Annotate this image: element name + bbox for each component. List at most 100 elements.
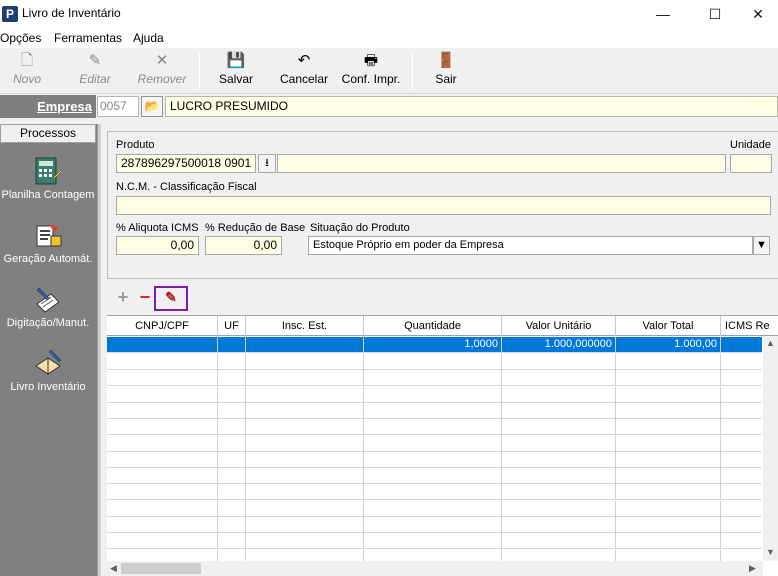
col-header-insc-est[interactable]: Insc. Est. (246, 316, 364, 336)
pencil-icon: ✎ (165, 289, 177, 305)
ncm-field[interactable] (116, 196, 771, 215)
empty-cell (107, 451, 218, 468)
edit-icon: ✎ (88, 52, 102, 69)
scroll-thumb[interactable] (121, 563, 201, 574)
empty-cell (246, 435, 364, 452)
empty-cell (502, 419, 616, 436)
folder-icon: 📂 (144, 99, 160, 113)
remove-icon: ✕ (155, 52, 169, 69)
table-row-empty[interactable] (107, 370, 762, 387)
main-toolbar: 🗋 Novo ✎ Editar ✕ Remover 💾 Salvar ↶ Can… (0, 48, 778, 94)
col-header-uf[interactable]: UF (218, 316, 246, 336)
col-header-valor-total[interactable]: Valor Total (616, 316, 721, 336)
salvar-button[interactable]: 💾 Salvar (212, 50, 260, 92)
situacao-dropdown-button[interactable]: ▼ (753, 236, 770, 255)
cell-icms (721, 337, 762, 353)
inventory-grid: CNPJ/CPF UF Insc. Est. Quantidade Valor … (107, 315, 778, 576)
situacao-produto-select[interactable]: Estoque Próprio em poder da Empresa (308, 236, 753, 255)
remove-row-button[interactable]: − (134, 286, 156, 308)
plus-icon: + (117, 287, 129, 307)
table-row-empty[interactable] (107, 468, 762, 485)
maximize-button[interactable]: ☐ (692, 0, 738, 28)
toolbar-separator (199, 52, 200, 90)
table-row-empty[interactable] (107, 500, 762, 517)
table-row-empty[interactable] (107, 386, 762, 403)
process-sidebar: Processos Planilha Contagem Geração Auto… (0, 124, 101, 576)
sidebar-item-planilha-contagem[interactable]: Planilha Contagem (0, 156, 96, 201)
scroll-right-icon[interactable]: ▶ (749, 563, 756, 574)
menu-bar: Opções Ferramentas Ajuda (0, 28, 778, 48)
scroll-left-icon[interactable]: ◀ (110, 563, 117, 574)
empty-cell (246, 484, 364, 501)
table-row-empty[interactable] (107, 533, 762, 550)
produto-description-field[interactable] (277, 154, 726, 173)
col-header-quantidade[interactable]: Quantidade (364, 316, 502, 336)
empty-cell (616, 468, 721, 485)
printer-icon: 🖶 (363, 52, 379, 69)
menu-ajuda[interactable]: Ajuda (133, 31, 164, 45)
menu-opcoes[interactable]: Opções (0, 31, 41, 45)
sidebar-item-digitacao-manut[interactable]: Digitação/Manut. (0, 284, 96, 329)
minimize-button[interactable]: — (640, 0, 686, 28)
empty-cell (364, 419, 502, 436)
table-row-empty[interactable] (107, 354, 762, 370)
empty-cell (502, 402, 616, 419)
produto-code-field[interactable]: 287896297500018 0901 (116, 154, 256, 173)
col-header-icms[interactable]: ICMS Re (721, 316, 778, 336)
empty-cell (107, 500, 218, 517)
sidebar-splitter[interactable] (97, 124, 101, 576)
empty-cell (616, 419, 721, 436)
grid-toolbar: + − ✎ (107, 284, 778, 312)
empty-cell (364, 451, 502, 468)
empresa-bar: Empresa 0057 📂 LUCRO PRESUMIDO (0, 95, 778, 119)
empty-cell (502, 370, 616, 387)
ncm-label: N.C.M. - Classificação Fiscal (116, 181, 257, 193)
aliquota-icms-field[interactable]: 0,00 (116, 236, 199, 255)
empty-cell (364, 402, 502, 419)
close-button[interactable]: ✕ (738, 0, 778, 28)
table-row-empty[interactable] (107, 402, 762, 419)
sidebar-item-livro-inventario[interactable]: Livro Inventário (0, 348, 96, 393)
reducao-base-field[interactable]: 0,00 (205, 236, 282, 255)
menu-ferramentas[interactable]: Ferramentas (54, 31, 122, 45)
add-row-button[interactable]: + (112, 286, 134, 308)
remover-button[interactable]: ✕ Remover (134, 50, 190, 92)
novo-label: Novo (12, 72, 41, 86)
empty-cell (616, 435, 721, 452)
book-icon (35, 349, 62, 375)
col-header-cnpj[interactable]: CNPJ/CPF (107, 316, 218, 336)
empresa-code-field[interactable]: 0057 (97, 96, 139, 117)
edit-row-button[interactable]: ✎ (154, 286, 188, 311)
produto-lookup-button[interactable]: ⭳ (258, 154, 276, 173)
table-row-empty[interactable] (107, 435, 762, 452)
minus-icon: − (139, 287, 151, 307)
vertical-scrollbar[interactable]: ▲ ▼ (763, 336, 778, 561)
empty-cell (218, 370, 246, 387)
scroll-down-icon[interactable]: ▼ (766, 547, 775, 557)
table-row-empty[interactable] (107, 451, 762, 468)
empty-cell (246, 354, 364, 370)
scroll-up-icon[interactable]: ▲ (766, 338, 775, 348)
produto-label: Produto (116, 139, 155, 151)
col-header-valor-unitario[interactable]: Valor Unitário (502, 316, 616, 336)
empty-cell (107, 468, 218, 485)
empresa-name-field: LUCRO PRESUMIDO (165, 96, 778, 117)
unidade-field[interactable] (730, 154, 772, 173)
sair-button[interactable]: 🚪 Sair (424, 50, 468, 92)
novo-button[interactable]: 🗋 Novo (4, 50, 50, 92)
table-row-empty[interactable] (107, 517, 762, 533)
conf-impr-button[interactable]: 🖶 Conf. Impr. (338, 50, 404, 92)
empty-cell (107, 419, 218, 436)
table-row[interactable]: 1,0000 1.000,000000 1.000,00 (107, 337, 762, 353)
sidebar-item-geracao-automatica[interactable]: Geração Automát. (0, 220, 96, 265)
open-folder-button[interactable]: 📂 (141, 96, 163, 117)
table-row-empty[interactable] (107, 419, 762, 436)
empty-cell (364, 500, 502, 517)
cancelar-button[interactable]: ↶ Cancelar (276, 50, 332, 92)
table-row-empty[interactable] (107, 484, 762, 501)
editar-button[interactable]: ✎ Editar (70, 50, 120, 92)
cell-valor-unitario: 1.000,000000 (502, 337, 616, 353)
horizontal-scrollbar[interactable]: ◀ ▶ (107, 561, 763, 576)
empty-cell (246, 386, 364, 403)
empty-cell (107, 533, 218, 550)
